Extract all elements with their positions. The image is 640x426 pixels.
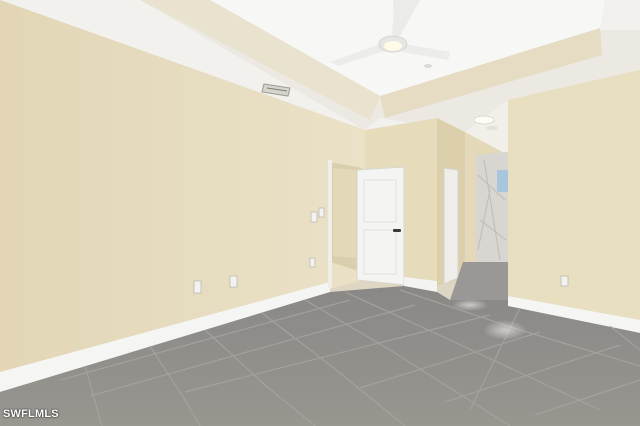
watermark-text: SWFLMLS [3, 408, 59, 420]
closed-door [443, 167, 459, 285]
hall-recessed-light [486, 126, 498, 130]
electrical-outlet-icon [560, 275, 569, 287]
room-illustration [0, 0, 640, 426]
bathroom-window [497, 170, 508, 192]
light-switch-icon [318, 207, 325, 218]
small-ceiling-detector [424, 64, 432, 68]
doorway-trim [328, 160, 332, 288]
empty-room-photo: SWFLMLS [0, 0, 640, 426]
electrical-outlet-icon [193, 280, 202, 294]
floor-reflection [483, 320, 527, 340]
closet-interior-wall [333, 168, 356, 258]
electrical-outlet-icon [309, 257, 316, 268]
right-wall [508, 70, 640, 320]
recessed-light-icon [473, 115, 495, 125]
light-switch-icon [310, 211, 318, 223]
door-handle-icon [393, 229, 401, 232]
floor-reflection-2 [452, 299, 488, 311]
electrical-outlet-icon [229, 275, 238, 288]
